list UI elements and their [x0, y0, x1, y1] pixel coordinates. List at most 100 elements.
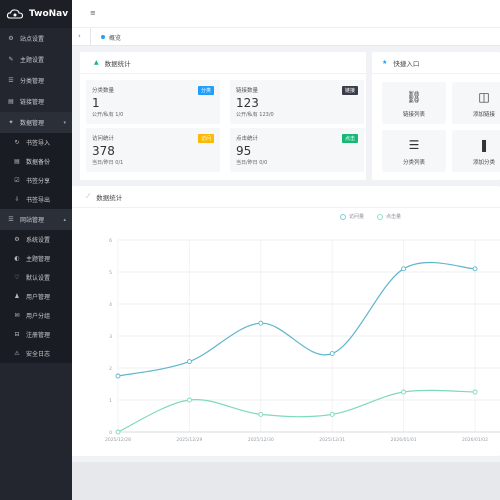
sidebar-subitem-data-1[interactable]: ▤ 数据备份 [0, 152, 72, 171]
stat-tile[interactable]: 链接数量 123 公开/私有 123/0 链接 [230, 80, 364, 124]
sidebar-subitem-data-3[interactable]: ⇩ 书签导出 [0, 190, 72, 209]
sidebar-subitem-site-0[interactable]: ⚙ 系统设置 [0, 230, 72, 249]
stats-card: ▲ 数据统计 分类数量 1 公开/私有 1/0 分类 链接数量 123 公开/私有 123/… [80, 52, 366, 180]
sidebar-item-icon: ⊟ [14, 331, 20, 338]
menu-toggle-icon[interactable]: ≡ [90, 9, 96, 17]
x-tick-label: 2025/12/30 [248, 437, 274, 443]
x-tick-label: 2026/01/01 [391, 437, 417, 443]
app-name: TwoNav [29, 9, 69, 19]
stat-value: 1 [92, 96, 100, 110]
y-tick-label: 0 [109, 430, 112, 436]
sidebar-subitem-site-2[interactable]: ♡ 默认设置 [0, 268, 72, 287]
sidebar-item-3[interactable]: ▤ 链接管理 [0, 91, 72, 112]
stat-badge: 分类 [197, 86, 214, 95]
tab-scroll-left-icon[interactable]: ‹ [78, 32, 81, 40]
x-tick-label: 2026/01/02 [462, 437, 488, 443]
y-tick-label: 1 [109, 398, 112, 404]
y-tick-label: 4 [109, 302, 112, 308]
line-chart: 0 1 2 3 4 5 6 2025/12/28 2025/12/29 2025/12/30 202… [105, 238, 500, 443]
stat-value: 95 [236, 144, 252, 158]
sidebar-item-label: 用户分组 [26, 313, 51, 320]
sidebar-item-icon: ✉ [14, 312, 20, 319]
stat-tile[interactable]: 分类数量 1 公开/私有 1/0 分类 [86, 80, 220, 124]
data-point [186, 397, 192, 403]
sidebar-item-label: 主题管理 [26, 256, 51, 263]
quick-entry-icon: ⛓ [406, 90, 422, 104]
stat-subtext: 当日/昨日 0/1 [92, 160, 124, 166]
stat-subtext: 当日/昨日 0/0 [236, 160, 268, 166]
series-line-0 [117, 261, 476, 377]
tab-bar: ‹ 概览 [72, 28, 500, 46]
sidebar-subitem-data-0[interactable]: ↻ 书签导入 [0, 133, 72, 152]
sidebar-group-site[interactable]: ☰ 网站管理 ▴ [0, 209, 72, 230]
sidebar-subitem-site-3[interactable]: ♟ 用户管理 [0, 287, 72, 306]
site-manage-icon: ☰ [8, 216, 14, 223]
sidebar-subitem-site-6[interactable]: ⚠ 安全日志 [0, 344, 72, 363]
stat-tile[interactable]: 点击统计 95 当日/昨日 0/0 点击 [230, 128, 364, 172]
quick-entry[interactable]: ❚ 添加分类 [452, 130, 500, 172]
tab-label: 概览 [109, 34, 122, 42]
y-tick-label: 2 [109, 366, 112, 372]
sidebar-item-icon: ↻ [14, 139, 20, 146]
quick-entry-icon: ◫ [478, 90, 490, 104]
y-tick-label: 6 [109, 238, 112, 244]
quick-entry[interactable]: ◫ 添加链接 [452, 82, 500, 124]
quick-entry-card: ★ 快捷入口 ⛓ 链接列表 ◫ 添加链接 ☰ 分类列表 ❚ 添加分类 [372, 52, 500, 180]
data-point [472, 389, 478, 395]
sidebar-group-label: 数据管理 [20, 120, 45, 127]
sidebar-item-icon: ♟ [14, 293, 20, 300]
sidebar-subitem-site-1[interactable]: ◐ 主题管理 [0, 249, 72, 268]
sidebar: TwoNav ⚙ 站点设置 ✎ 主题设置 ☰ 分类管理 ▤ 链接管理 ✦ 数据管理 ▾ ↻ 书签… [0, 0, 72, 500]
sidebar-subitem-data-2[interactable]: ☑ 书签分享 [0, 171, 72, 190]
stat-label: 分类数量 [92, 88, 115, 94]
data-point [329, 351, 335, 357]
stat-badge: 访问 [197, 134, 214, 143]
sidebar-item-icon: ⚙ [14, 236, 20, 243]
sidebar-item-label: 安全日志 [26, 351, 51, 358]
quick-entry-header: ★ 快捷入口 [372, 52, 500, 74]
sidebar-subitem-site-4[interactable]: ✉ 用户分组 [0, 306, 72, 325]
quick-entry-label: 分类列表 [402, 160, 425, 166]
stats-card-title: 数据统计 [104, 59, 131, 68]
chart-card: ⟋ 数据统计 访问量 点击量 0 1 2 3 4 5 6 2025/12/28 2025/12/… [72, 186, 500, 456]
stat-tile[interactable]: 访问统计 378 当日/昨日 0/1 访问 [86, 128, 220, 172]
sidebar-item-icon: ✎ [8, 56, 14, 63]
footer [72, 462, 500, 500]
quick-entry[interactable]: ☰ 分类列表 [382, 130, 446, 172]
quick-entry-icon: ❚ [478, 138, 490, 152]
stat-subtext: 公开/私有 1/0 [92, 112, 124, 118]
divider [90, 28, 91, 46]
sidebar-item-label: 数据备份 [26, 159, 51, 166]
x-tick-label: 2025/12/28 [105, 437, 131, 443]
sidebar-group-data[interactable]: ✦ 数据管理 ▾ [0, 112, 72, 133]
sidebar-item-icon: ▤ [14, 158, 20, 165]
sidebar-item-1[interactable]: ✎ 主题设置 [0, 49, 72, 70]
data-point [258, 411, 264, 417]
data-point [401, 266, 407, 272]
stat-badge: 链接 [341, 86, 358, 95]
stat-label: 点击统计 [236, 136, 259, 142]
data-manage-icon: ✦ [8, 119, 14, 126]
sidebar-item-label: 分类管理 [20, 78, 45, 85]
sidebar-item-icon: ⇩ [14, 196, 20, 203]
stat-value: 378 [92, 144, 115, 158]
sidebar-item-icon: ☑ [14, 177, 20, 184]
series-line-1 [117, 389, 476, 433]
active-dot-icon [101, 35, 105, 39]
sidebar-item-label: 注册管理 [26, 332, 51, 339]
sidebar-item-label: 系统设置 [26, 237, 51, 244]
star-icon: ★ [382, 59, 388, 66]
brand[interactable]: TwoNav [0, 0, 72, 28]
sidebar-item-label: 链接管理 [20, 99, 45, 106]
stat-label: 访问统计 [92, 136, 115, 142]
data-point [258, 320, 264, 326]
sidebar-subitem-site-5[interactable]: ⊟ 注册管理 [0, 325, 72, 344]
sidebar-item-0[interactable]: ⚙ 站点设置 [0, 28, 72, 49]
tab-overview[interactable]: 概览 [96, 28, 126, 46]
quick-entry[interactable]: ⛓ 链接列表 [382, 82, 446, 124]
sidebar-item-2[interactable]: ☰ 分类管理 [0, 70, 72, 91]
x-tick-label: 2025/12/31 [319, 437, 345, 443]
sidebar-item-label: 站点设置 [20, 36, 45, 43]
sidebar-item-label: 主题设置 [20, 57, 45, 64]
data-point [186, 359, 192, 365]
